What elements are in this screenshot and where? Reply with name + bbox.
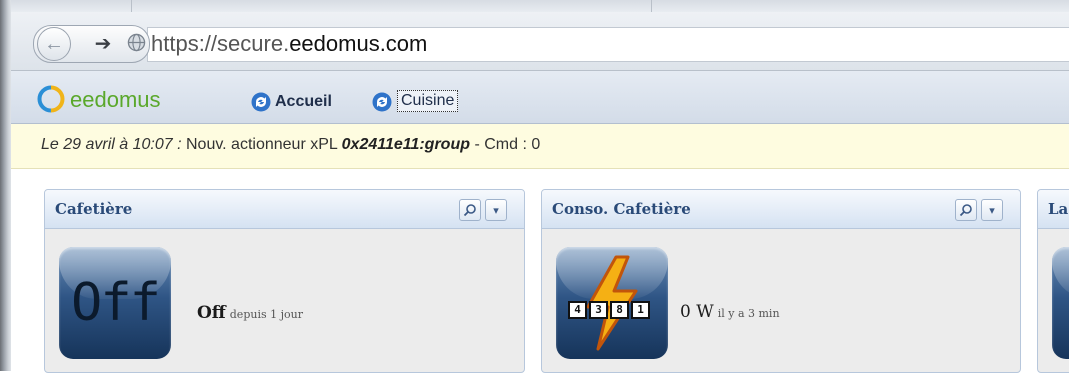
notification-date: Le 29 avril à 10:07 :: [41, 136, 182, 153]
widget-menu-button[interactable]: ▾: [485, 199, 507, 221]
state-tile-button[interactable]: Off: [59, 247, 171, 359]
widget-header: Conso. Cafetière ▾: [542, 190, 1020, 229]
back-button[interactable]: ←: [37, 27, 71, 61]
notification-suffix: - Cmd : 0: [470, 136, 541, 153]
app-header: eedomus Accueil Cuisine: [11, 71, 1069, 124]
logo-text[interactable]: eedomus: [70, 87, 161, 113]
power-meter-tile[interactable]: 4 3 8 1: [556, 247, 668, 359]
globe-icon: [127, 33, 146, 52]
widget-since: il y a 3 min: [717, 307, 780, 320]
eedomus-logo-icon[interactable]: [37, 85, 65, 113]
widget-since: depuis 1 jour: [229, 308, 303, 321]
widget-value: 0 W: [680, 302, 714, 322]
counter-digits: 4 3 8 1: [568, 301, 650, 319]
browser-toolbar: ← ➔ https://secure.eedomus.com: [11, 12, 1069, 71]
counter-digit: 1: [631, 301, 650, 319]
widget-status: Off depuis 1 jour: [197, 303, 303, 323]
widget-header: La: [1038, 190, 1069, 229]
widget-partial: La: [1037, 189, 1069, 373]
url-scheme: https://secure.: [151, 31, 290, 56]
counter-digit: 4: [568, 301, 587, 319]
search-button[interactable]: [459, 199, 481, 221]
counter-digit: 3: [589, 301, 608, 319]
arrow-right-icon: ➔: [94, 32, 112, 55]
widget-title: Cafetière: [55, 200, 133, 218]
magnifier-icon: [463, 204, 476, 217]
widget-value: Off: [197, 303, 226, 323]
widget-header: Cafetière ▾: [45, 190, 524, 229]
chevron-down-icon: ▾: [493, 204, 499, 217]
widget-status: 0 Wil y a 3 min: [680, 302, 780, 322]
url-domain: eedomus.com: [289, 31, 428, 56]
partial-tile[interactable]: [1052, 247, 1069, 359]
breadcrumb-accueil[interactable]: Accueil: [275, 93, 332, 111]
notification-bar: Le 29 avril à 10:07 : Nouv. actionneur x…: [11, 124, 1069, 169]
widget-cafetiere: Cafetière ▾ Off Off depuis 1 jour: [44, 189, 525, 373]
widget-title: Conso. Cafetière: [552, 200, 691, 218]
widget-title: La: [1048, 200, 1069, 218]
search-button[interactable]: [955, 199, 977, 221]
magnifier-icon: [959, 204, 972, 217]
breadcrumb-cuisine[interactable]: Cuisine: [397, 90, 459, 112]
address-bar-url[interactable]: https://secure.eedomus.com: [151, 29, 427, 59]
forward-button[interactable]: ➔: [91, 29, 115, 57]
widget-menu-button[interactable]: ▾: [981, 199, 1003, 221]
refresh-arrows-icon: [372, 92, 392, 112]
tile-gloss: [1052, 247, 1069, 299]
notification-message: Le 29 avril à 10:07 : Nouv. actionneur x…: [41, 136, 540, 154]
chevron-down-icon: ▾: [989, 204, 995, 217]
window-frame-left: [0, 0, 11, 371]
arrow-left-icon: ←: [44, 32, 64, 55]
tile-state-label: Off: [71, 273, 161, 333]
refresh-arrows-icon: [251, 92, 271, 112]
counter-digit: 8: [610, 301, 629, 319]
notification-text: Nouv. actionneur xPL: [181, 136, 342, 153]
widget-conso-cafetiere: Conso. Cafetière ▾ 4 3 8 1 0 Wil y a 3 m…: [541, 189, 1021, 373]
notification-device: 0x2411e11:group: [341, 136, 470, 153]
